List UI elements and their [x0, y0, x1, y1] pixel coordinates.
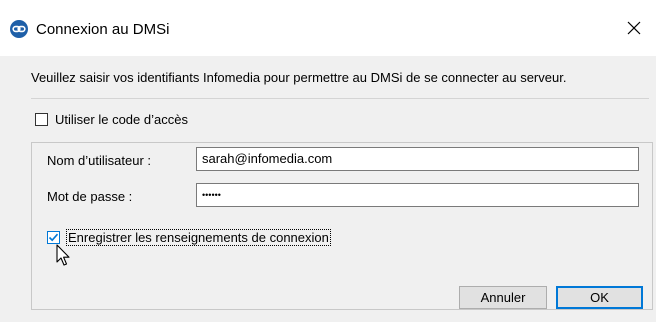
instructions-text: Veuillez saisir vos identifiants Infomed… [31, 70, 567, 85]
separator [31, 98, 649, 99]
window-title: Connexion au DMSi [36, 21, 170, 38]
password-label: Mot de passe : [47, 189, 133, 204]
infomedia-link-icon [10, 20, 28, 38]
credentials-group: Nom d’utilisateur : sarah@infomedia.com … [31, 142, 653, 310]
close-icon [627, 21, 641, 35]
access-code-checkbox[interactable] [35, 113, 48, 126]
remember-label[interactable]: Enregistrer les renseignements de connex… [66, 229, 331, 246]
access-code-label[interactable]: Utiliser le code d’accès [55, 112, 188, 127]
dialog-body: Veuillez saisir vos identifiants Infomed… [0, 56, 656, 322]
ok-button[interactable]: OK [556, 286, 643, 309]
remember-checkbox[interactable] [47, 231, 60, 244]
username-input[interactable]: sarah@infomedia.com [196, 147, 639, 171]
title-bar: Connexion au DMSi [0, 0, 656, 56]
password-input[interactable]: •••••• [196, 183, 639, 207]
mouse-pointer-icon [56, 244, 70, 266]
checkmark-icon [48, 233, 59, 242]
username-label: Nom d’utilisateur : [47, 153, 152, 168]
cancel-button[interactable]: Annuler [459, 286, 547, 309]
close-button[interactable] [612, 8, 656, 48]
remember-label-text: Enregistrer les renseignements de connex… [66, 229, 331, 246]
